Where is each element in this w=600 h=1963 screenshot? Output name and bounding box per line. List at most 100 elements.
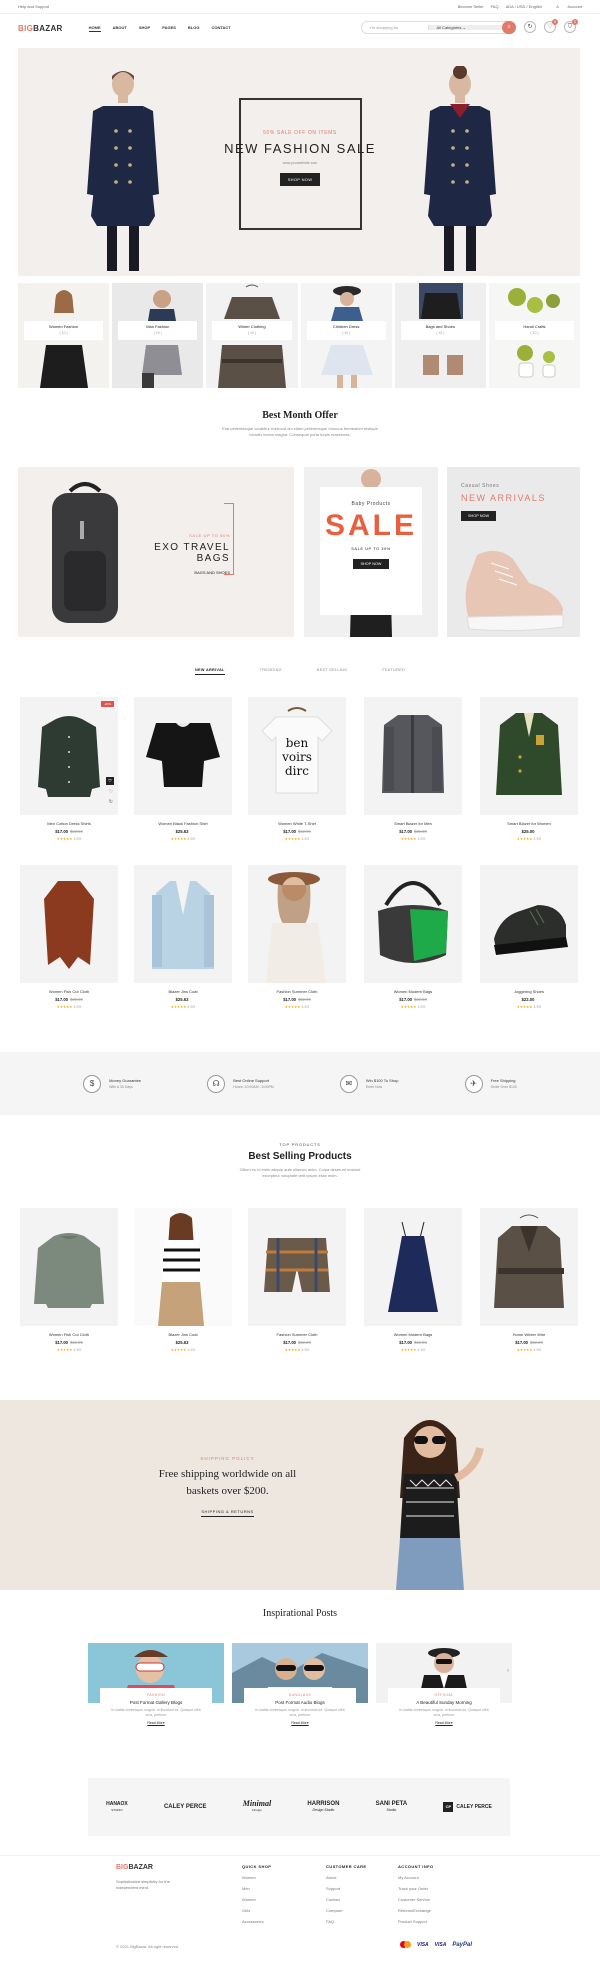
read-more-link[interactable]: Read More — [244, 1721, 356, 1725]
visa-icon: VISA — [417, 1941, 429, 1948]
blog-post-card[interactable]: SUNGLASS Post Format Audio Blogs In matt… — [232, 1643, 368, 1758]
read-more-link[interactable]: Read More — [388, 1721, 500, 1725]
category-bags-shoes[interactable]: Bags and Shoes( 10 ) — [394, 283, 486, 388]
posts-next-arrow-icon[interactable]: › — [507, 1668, 509, 1674]
banner-sale[interactable]: Baby Products SALE SALE UP TO 30% SHOP N… — [304, 467, 438, 637]
product-card[interactable]: Home Winter Wire $17.00 $22.00 ★★★★★ 4.9/… — [480, 1208, 578, 1352]
product-rating: ★★★★★ 4.9/5 — [170, 1005, 196, 1009]
hero-subtitle: 50% SALE OFF ON ITEMS — [263, 130, 337, 136]
product-card[interactable]: Women Fish Cut Cloth $17.00 $22.00 ★★★★★ … — [20, 1208, 118, 1352]
product-card[interactable]: ben voirs dirc Women White T-Shirt $17.00 $… — [248, 697, 346, 841]
product-image — [480, 697, 578, 815]
wishlist-icon[interactable]: ♡ 0 — [544, 19, 558, 33]
compare-icon[interactable]: ↻ — [109, 799, 113, 805]
product-card[interactable]: -20% ⛉ ♡ ↻ Men Cotton Dress Shirts $17.0… — [20, 697, 118, 841]
nav-contact[interactable]: CONTACT — [211, 25, 230, 32]
product-name[interactable]: Men Cotton Dress Shirts — [20, 821, 118, 826]
shipping-returns-link[interactable]: SHIPPING & RETURNS — [201, 1509, 254, 1517]
product-name[interactable]: Home Winter Wire — [480, 1332, 578, 1337]
product-name[interactable]: Blazer Jins Coat — [134, 1332, 232, 1337]
product-price: $17.00 $22.00 — [399, 1340, 427, 1345]
hero-text: 50% SALE OFF ON ITEMS NEW FASHION SALE w… — [198, 130, 402, 186]
search-input[interactable]: I'm shopping for — [362, 25, 428, 30]
product-card[interactable]: Fashion Summer Cloth $17.00 $22.00 ★★★★★ … — [248, 865, 346, 1009]
brand-logo[interactable]: HANAOX STUDIO — [106, 1801, 128, 1813]
product-name[interactable]: Fashion Summer Cloth — [248, 1332, 346, 1337]
help-support-link[interactable]: Help and Support — [18, 4, 49, 9]
product-card[interactable]: Women Modern Bags $17.00 $22.00 ★★★★★ 4.9… — [364, 865, 462, 1009]
wishlist-icon[interactable]: ♡ — [109, 789, 113, 795]
blog-post-card[interactable]: OFFICIAL A Beautiful Sunday Morning In m… — [376, 1643, 512, 1758]
read-more-link[interactable]: Read More — [100, 1721, 212, 1725]
tab-featured[interactable]: FEATURED — [382, 668, 405, 675]
compare-icon[interactable]: ↻ — [524, 21, 536, 33]
category-handi-crafts[interactable]: Handi Crafts( 10 ) — [488, 283, 581, 388]
cart-add-icon[interactable]: ⛉ — [106, 777, 114, 785]
post-title[interactable]: A Beautiful Sunday Morning — [388, 1700, 500, 1705]
faq-link[interactable]: FAQ — [491, 4, 499, 9]
tab-trending[interactable]: TRENDING — [260, 668, 282, 675]
footer-logo[interactable]: BIGBAZAR — [116, 1864, 170, 1871]
brand-logo[interactable]: Minimal Design — [243, 1800, 271, 1813]
tab-new-arrival[interactable]: NEW ARRIVAL — [194, 668, 225, 675]
sale-shop-button[interactable]: SHOP NOW — [353, 559, 389, 569]
logo[interactable]: BIGBAZAR — [18, 24, 63, 33]
category-children-dress[interactable]: Children Dress( 10 ) — [300, 283, 392, 388]
post-title[interactable]: Post Format Audio Blogs — [244, 1700, 356, 1705]
product-image — [248, 1208, 346, 1326]
nav-about[interactable]: ABOUT — [113, 25, 127, 32]
banner-travel-bags[interactable]: SALE UP TO 50% EXO TRAVEL BAGS BAGS AND … — [18, 467, 294, 637]
category-select[interactable]: All Categories ⌄ — [427, 25, 502, 30]
brand-logo[interactable]: HARRISON Design Studio — [307, 1801, 339, 1813]
hero-banner: 50% SALE OFF ON ITEMS NEW FASHION SALE w… — [18, 48, 580, 276]
product-name[interactable]: Smart Blazer for Men — [364, 821, 462, 826]
brand-logo[interactable]: SANI PETA Studio — [376, 1801, 408, 1813]
product-price: $17.00 $22.00 — [283, 997, 311, 1002]
cart-icon[interactable]: ⛉ 0 — [564, 19, 578, 33]
product-card[interactable]: Smart Blazer for Women $25.00 ★★★★★ 4.9/… — [480, 697, 578, 841]
product-name[interactable]: Smart Blazer for Women — [480, 821, 578, 826]
product-card[interactable]: Joggering Shoes $22.00 ★★★★★ 4.9/5 — [480, 865, 578, 1009]
become-seller-link[interactable]: Become Seller — [458, 4, 484, 9]
shoes-shop-button[interactable]: SHOP NOW — [461, 511, 497, 521]
blog-post-card[interactable]: FASHION Post Format Gallery Blogs In mat… — [88, 1643, 224, 1758]
product-name[interactable]: Women Modern Bags — [364, 1332, 462, 1337]
category-women-fashion[interactable]: Women Fashion( 10 ) — [18, 283, 110, 388]
product-card[interactable]: Women Modern Bags $17.00 $22.00 ★★★★★ 4.9… — [364, 1208, 462, 1352]
product-name[interactable]: Women Modern Bags — [364, 989, 462, 994]
product-name[interactable]: Blazer Jins Coat — [134, 989, 232, 994]
product-name[interactable]: Fashion Summer Cloth — [248, 989, 346, 994]
product-card[interactable]: Fashion Summer Cloth $17.00 $22.00 ★★★★★ … — [248, 1208, 346, 1352]
category-winter-clothing[interactable]: Winter Clothing( 10 ) — [206, 283, 298, 388]
brand-logo[interactable]: CALEY PERCE — [164, 1804, 207, 1810]
product-card[interactable]: Blazer Jins Coat $25.63 ★★★★★ 4.9/5 — [134, 865, 232, 1009]
brand-logo[interactable]: CP CALEY PERCE — [443, 1802, 492, 1812]
footer-quick-shop: QUICK SHOP Women Men Women Girls Accesso… — [242, 1864, 272, 1924]
hero-shop-button[interactable]: SHOP NOW — [279, 173, 321, 186]
product-name[interactable]: Joggering Shoes — [480, 989, 578, 994]
nav-shop[interactable]: SHOP — [139, 25, 150, 32]
product-card[interactable]: Smart Blazer for Men $17.00 $22.00 ★★★★★ … — [364, 697, 462, 841]
search-button[interactable]: ⌕ — [502, 21, 516, 34]
banner-new-arrivals[interactable]: Casual Shoes NEW ARRIVALS SHOP NOW — [447, 467, 580, 637]
category-man-fashion[interactable]: Man Fashion( 10 ) — [112, 283, 204, 388]
product-name[interactable]: Women White T-Shirt — [248, 821, 346, 826]
locale-select[interactable]: ADA / USD / English — [506, 4, 542, 9]
nav-pages[interactable]: PAGES — [162, 25, 176, 32]
product-card[interactable]: Women Fish Cut Cloth $17.00 $22.00 ★★★★★ … — [20, 865, 118, 1009]
nav-home[interactable]: HOME — [88, 25, 101, 32]
account-link[interactable]: ♙ Account — [549, 4, 582, 9]
best-month-offer: Best Month Offer Erat pellentesque curab… — [0, 410, 600, 438]
headset-icon: ☊ — [207, 1074, 226, 1093]
product-name[interactable]: Women Black Fashion Shirt — [134, 821, 232, 826]
product-card[interactable]: Women Black Fashion Shirt $25.63 ★★★★★ 4… — [134, 697, 232, 841]
product-card[interactable]: Blazer Jins Coat $25.63 ★★★★★ 4.9/5 — [134, 1208, 232, 1352]
product-rating: ★★★★★ 4.9/5 — [284, 1005, 310, 1009]
product-rating: ★★★★★ 4.9/5 — [516, 1348, 542, 1352]
product-image — [248, 865, 346, 983]
product-name[interactable]: Women Fish Cut Cloth — [20, 1332, 118, 1337]
post-title[interactable]: Post Format Gallery Blogs — [100, 1700, 212, 1705]
tab-best-selling[interactable]: BEST SELLING — [317, 668, 348, 675]
product-name[interactable]: Women Fish Cut Cloth — [20, 989, 118, 994]
nav-blog[interactable]: BLOG — [188, 25, 200, 32]
